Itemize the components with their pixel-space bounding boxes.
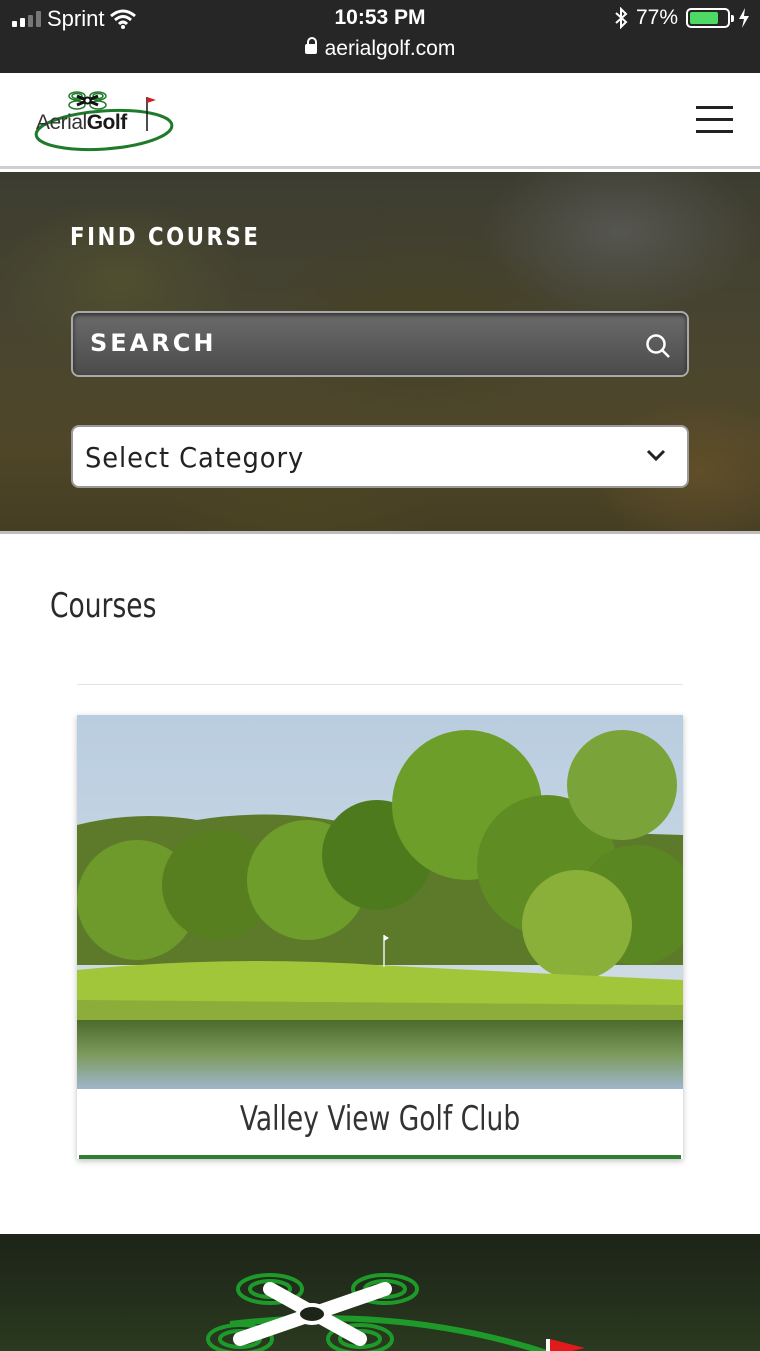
logo-text: AerialGolf (36, 111, 127, 134)
site-footer (0, 1234, 760, 1351)
search-input[interactable]: SEARCH (71, 311, 689, 377)
charging-icon (739, 8, 749, 28)
category-selected-value: Select Category (85, 441, 305, 474)
course-photo[interactable] (77, 715, 683, 1089)
bluetooth-icon (615, 7, 628, 29)
search-icon[interactable] (645, 333, 671, 359)
hamburger-menu-icon[interactable] (696, 106, 733, 133)
status-bar: Sprint 10:53 PM aerialgolf.com 77% (0, 0, 760, 73)
url-bar[interactable]: aerialgolf.com (0, 37, 760, 61)
url-text: aerialgolf.com (324, 37, 456, 60)
battery-info: 77% (614, 6, 750, 30)
card-accent-bar (79, 1155, 681, 1159)
section-divider (77, 684, 683, 685)
courses-heading: Courses (50, 586, 157, 626)
aerialgolf-logo[interactable]: AerialGolf (32, 85, 177, 157)
battery-percent: 77% (635, 6, 678, 29)
category-select[interactable]: Select Category (71, 425, 689, 488)
chevron-down-icon (646, 449, 666, 462)
course-card[interactable]: Valley View Golf Club (77, 715, 683, 1159)
hero-divider (0, 531, 760, 534)
course-name[interactable]: Valley View Golf Club (144, 1099, 617, 1139)
search-placeholder: SEARCH (90, 329, 217, 357)
site-header: AerialGolf (0, 73, 760, 169)
footer-logo-icon (206, 1273, 585, 1351)
battery-icon (686, 8, 734, 28)
find-course-title: FIND COURSE (70, 222, 261, 251)
find-course-hero: FIND COURSE SEARCH Select Category (0, 172, 760, 534)
lock-icon (304, 37, 317, 54)
